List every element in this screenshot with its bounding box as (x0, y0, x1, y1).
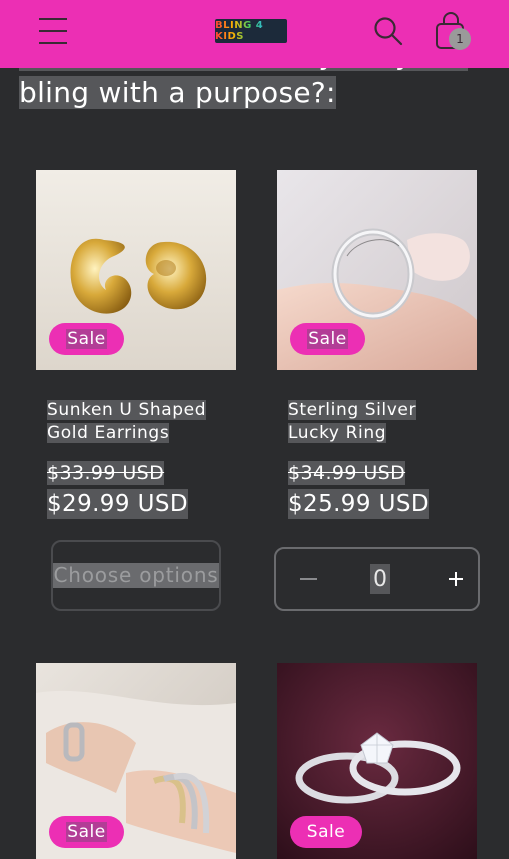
compare-at-price: $33.99 USD (47, 461, 165, 485)
product-title[interactable]: Sunken U Shaped Gold Earrings (47, 399, 227, 445)
sale-badge: Sale (49, 816, 124, 848)
sale-price: $25.99 USD (288, 489, 429, 519)
choose-options-button[interactable]: Choose options (51, 540, 221, 611)
compare-at-price: $34.99 USD (288, 461, 406, 485)
menu-icon[interactable] (39, 17, 67, 45)
site-header: BLING 4 KIDS 1 (0, 0, 509, 68)
quantity-selector: 0 (274, 547, 480, 611)
sale-badge: Sale (290, 816, 362, 848)
site-logo[interactable]: BLING 4 KIDS (215, 19, 287, 43)
quantity-input[interactable]: 0 (370, 564, 390, 594)
cart-count-badge: 1 (449, 28, 471, 50)
sale-price: $29.99 USD (47, 489, 188, 519)
sale-badge: Sale (290, 323, 365, 355)
logo-text: BLING 4 KIDS (215, 20, 287, 42)
sale-badge: Sale (49, 323, 124, 355)
search-icon[interactable] (373, 16, 403, 46)
minus-icon[interactable] (290, 561, 326, 597)
product-title[interactable]: Sterling Silver Lucky Ring (288, 399, 468, 445)
plus-icon[interactable] (438, 561, 474, 597)
